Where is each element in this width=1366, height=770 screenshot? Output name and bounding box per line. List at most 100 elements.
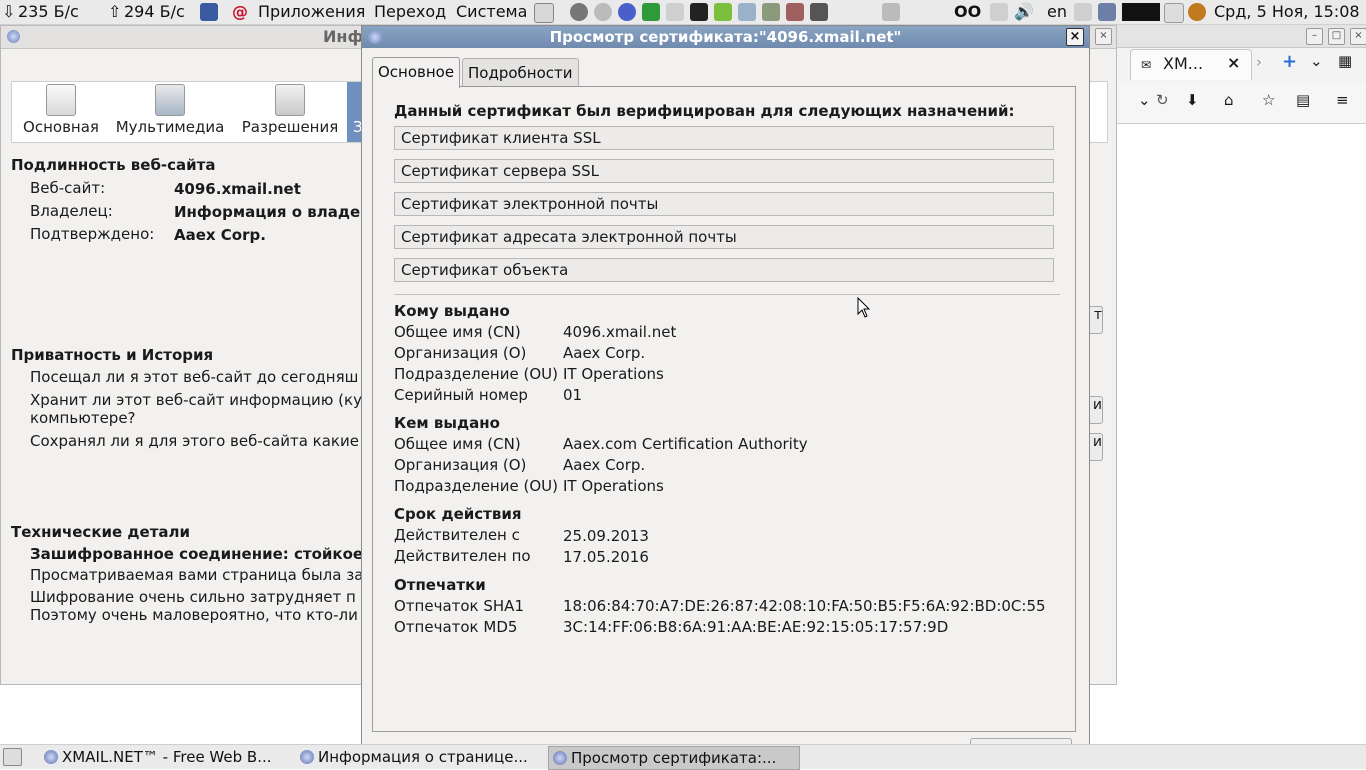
lamp-icon[interactable] xyxy=(882,3,900,21)
taskbar-item-xmail-label: XMAIL.NET™ - Free Web B... xyxy=(62,748,272,766)
tab-general[interactable]: Основное xyxy=(372,57,461,88)
firefox-navbar: ⌄ ↻ ⬇ ⌂ ☆ ▤ ≡ xyxy=(1116,83,1366,124)
glasses-icon[interactable]: OO xyxy=(954,2,981,21)
virtualbox-icon[interactable] xyxy=(200,3,218,21)
top-panel: ⇩ 235 Б/с ⇧ 294 Б/с @ Приложения Переход… xyxy=(0,0,1366,25)
calendar-icon[interactable] xyxy=(1164,3,1184,23)
close-icon[interactable]: × xyxy=(1066,28,1084,46)
net-up-icon: ⇧ xyxy=(108,2,122,21)
terminal-icon[interactable] xyxy=(690,3,708,21)
reload-icon[interactable]: ↻ xyxy=(1156,91,1169,109)
search-icon[interactable] xyxy=(1188,3,1206,21)
tab-details[interactable]: Подробности xyxy=(462,58,579,87)
tab-scroll-right-icon[interactable]: › xyxy=(1256,53,1262,71)
download-icon[interactable]: ⬇ xyxy=(1186,91,1199,109)
keyboard-icon[interactable] xyxy=(810,3,828,21)
issued-to-cn-value: 4096.xmail.net xyxy=(563,323,677,341)
volume-icon[interactable]: 🔊 xyxy=(1014,2,1034,21)
home-icon[interactable]: ⌂ xyxy=(1224,91,1234,109)
issued-by-heading: Кем выдано xyxy=(394,414,500,432)
search-tray-icon[interactable] xyxy=(1074,3,1092,21)
cloud-icon[interactable] xyxy=(594,3,612,21)
identity-heading: Подлинность веб-сайта xyxy=(11,156,216,174)
tab-close-icon[interactable]: × xyxy=(1227,53,1240,72)
keyboard-layout[interactable]: en xyxy=(1047,2,1067,21)
minimize-icon[interactable]: – xyxy=(1306,28,1323,45)
new-tab-icon[interactable]: + xyxy=(1282,51,1297,72)
browser-window-icon xyxy=(44,750,58,764)
reading-list-icon[interactable]: ▤ xyxy=(1296,91,1310,109)
certificate-dialog-title: Просмотр сертификата:"4096.xmail.net" xyxy=(549,28,902,46)
sha1-label: Отпечаток SHA1 xyxy=(394,597,524,615)
media-icon xyxy=(155,84,185,116)
page-info-close-icon[interactable]: × xyxy=(1095,28,1112,45)
taskbar-item-page-info[interactable]: Информация о странице... xyxy=(296,746,560,768)
issued-by-cn-label: Общее имя (CN) xyxy=(394,435,521,453)
tab-permissions-label: Разрешения xyxy=(241,118,339,136)
issued-by-cn-value: Aaex.com Certification Authority xyxy=(563,435,808,453)
sha1-value: 18:06:84:70:A7:DE:26:87:42:08:10:FA:50:B… xyxy=(563,597,1046,615)
issued-to-cn-label: Общее имя (CN) xyxy=(394,323,521,341)
tab-general-info[interactable]: Основная xyxy=(22,84,100,138)
tab-general-info-label: Основная xyxy=(23,118,99,136)
maximize-icon[interactable]: □ xyxy=(1328,28,1345,45)
tab-groups-icon[interactable]: ▦ xyxy=(1338,52,1352,70)
mouse-cursor-icon xyxy=(857,297,871,318)
valid-from-value: 25.09.2013 xyxy=(563,527,649,545)
webcam-icon[interactable] xyxy=(570,3,588,21)
taskbar: XMAIL.NET™ - Free Web B... Информация о … xyxy=(0,744,1366,770)
menu-places[interactable]: Переход xyxy=(374,2,446,21)
net-down-icon: ⇩ xyxy=(2,2,16,21)
notes-icon[interactable] xyxy=(666,3,684,21)
tab-list-chevron-down-icon[interactable]: ⌄ xyxy=(1310,52,1323,70)
page-info-app-icon xyxy=(7,30,20,43)
technical-heading: Технические детали xyxy=(11,523,191,541)
close-icon[interactable]: × xyxy=(1350,28,1366,45)
url-dropdown-chevron-down-icon[interactable]: ⌄ xyxy=(1138,91,1151,109)
tab-permissions[interactable]: Разрешения xyxy=(240,84,340,138)
menu-hamburger-icon[interactable]: ≡ xyxy=(1336,91,1349,109)
privacy-cookies-question: Хранит ли этот веб-сайт информацию (ку xyxy=(30,391,362,409)
technical-line-2: Шифрование очень сильно затрудняет п xyxy=(30,588,356,606)
firefox-window: – □ × ✉ XM... × › + ⌄ ▦ ⌄ ↻ ⬇ ⌂ ☆ ▤ ≡ xyxy=(1116,25,1366,124)
firefox-titlebar: – □ × xyxy=(1116,25,1366,48)
separator xyxy=(394,294,1060,295)
mail-icon[interactable] xyxy=(990,3,1008,21)
md5-label: Отпечаток MD5 xyxy=(394,618,518,636)
launcher-icon[interactable] xyxy=(534,3,554,23)
cpu-monitor-icon xyxy=(1122,3,1160,21)
taskbar-item-xmail[interactable]: XMAIL.NET™ - Free Web B... xyxy=(40,746,302,768)
md5-value: 3C:14:FF:06:B8:6A:91:AA:BE:AE:92:15:05:1… xyxy=(563,618,949,636)
tab-media[interactable]: Мультимедиа xyxy=(114,84,226,138)
browser-icon[interactable] xyxy=(618,3,636,21)
clock[interactable]: Срд, 5 Ноя, 15:08 xyxy=(1214,2,1360,21)
certificate-window-icon xyxy=(553,751,567,765)
purpose-ssl-server: Сертификат сервера SSL xyxy=(394,159,1054,183)
tab-title: XM... xyxy=(1163,54,1204,73)
valid-to-label: Действителен по xyxy=(394,547,531,565)
privacy-heading: Приватность и История xyxy=(11,346,214,364)
serial-number-value: 01 xyxy=(563,386,583,404)
window-icon[interactable] xyxy=(738,3,756,21)
firefox-tab[interactable]: ✉ XM... × xyxy=(1130,49,1252,80)
certificate-general-pane: Данный сертификат был верифицирован для … xyxy=(372,86,1076,732)
fingerprints-heading: Отпечатки xyxy=(394,576,486,594)
certificate-viewer-dialog: Просмотр сертификата:"4096.xmail.net" × … xyxy=(361,25,1090,749)
tools-icon[interactable] xyxy=(786,3,804,21)
issued-by-ou-value: IT Operations xyxy=(563,477,664,495)
debian-swirl-icon[interactable]: @ xyxy=(232,2,248,21)
network-icon[interactable] xyxy=(762,3,780,21)
issued-to-heading: Кому выдано xyxy=(394,302,510,320)
menu-applications[interactable]: Приложения xyxy=(258,2,365,21)
owner-value: Информация о владе xyxy=(174,203,361,221)
leaf-icon[interactable] xyxy=(714,3,732,21)
taskbar-item-certificate[interactable]: Просмотр сертификата:... xyxy=(548,746,800,770)
taskbar-item-page-info-label: Информация о странице... xyxy=(318,748,528,766)
bookmark-star-icon[interactable]: ☆ xyxy=(1262,91,1275,109)
clipboard-icon[interactable] xyxy=(1098,3,1116,21)
validity-heading: Срок действия xyxy=(394,505,522,523)
privacy-cookies-question-cont: компьютере? xyxy=(30,409,136,427)
menu-system[interactable]: Система xyxy=(456,2,527,21)
show-desktop-icon[interactable] xyxy=(3,748,22,766)
green-app-icon[interactable] xyxy=(642,3,660,21)
